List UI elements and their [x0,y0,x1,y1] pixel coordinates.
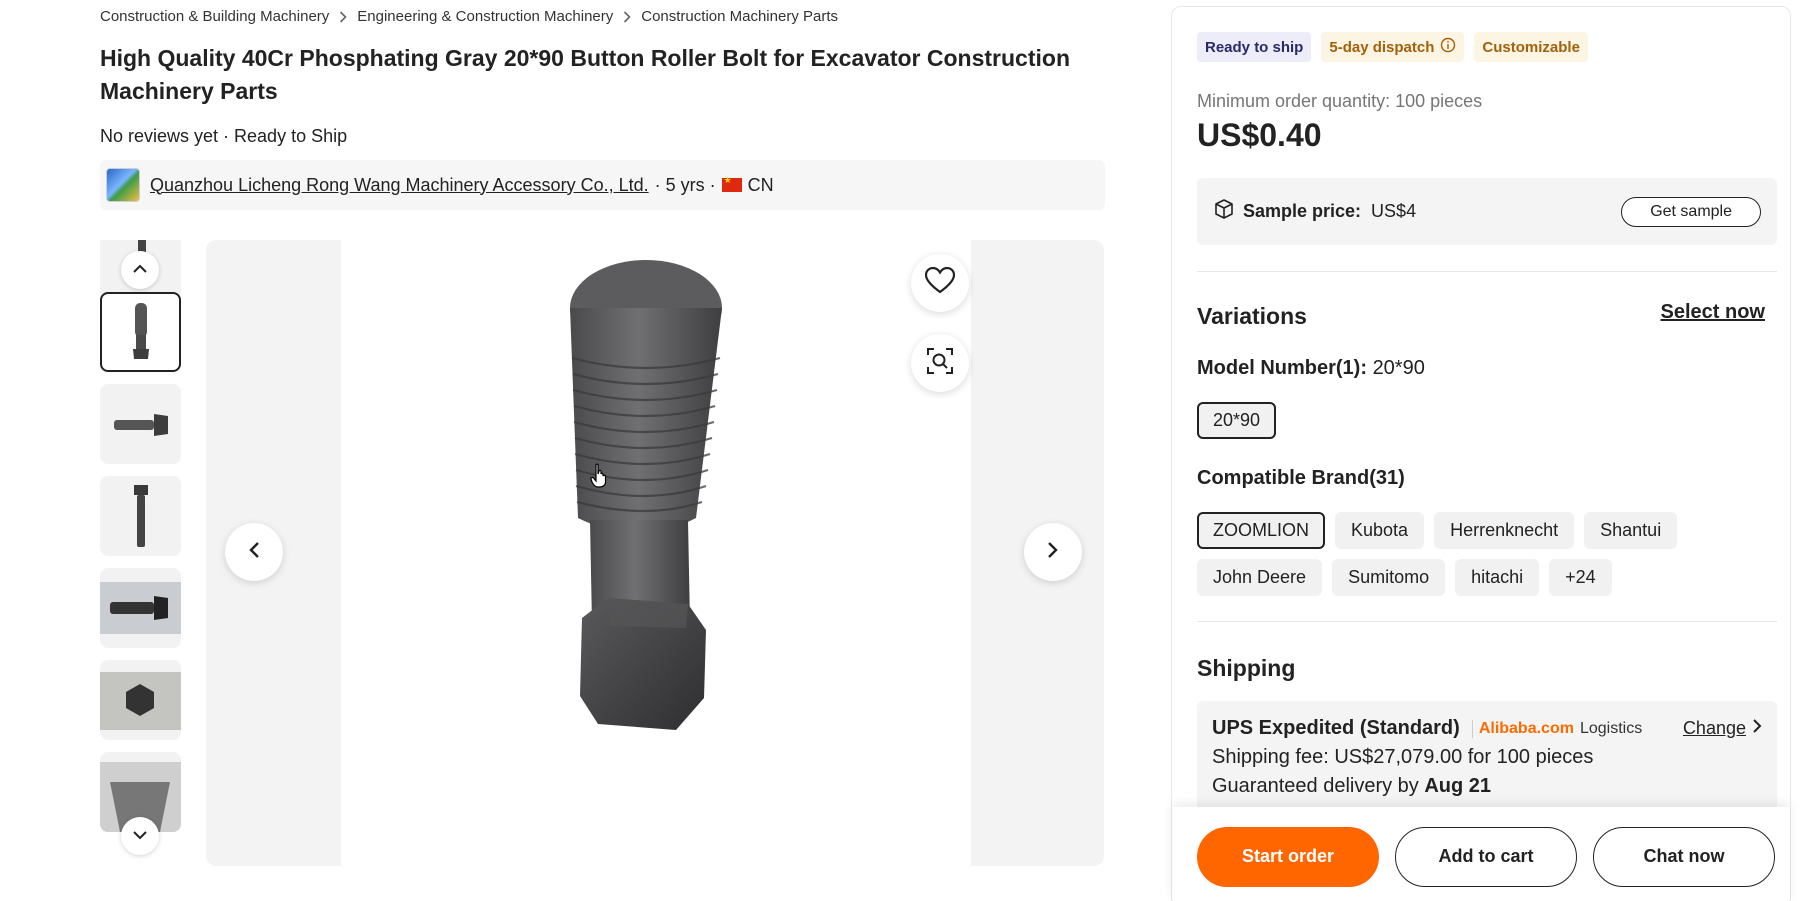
info-icon [1440,37,1456,57]
hand-cursor-icon [590,463,608,494]
brand-chip[interactable]: Kubota [1335,512,1425,549]
product-title: High Quality 40Cr Phosphating Gray 20*90… [100,45,1070,104]
shipping-box: UPS Expedited (Standard) Alibaba.com Log… [1197,701,1777,811]
breadcrumb-item[interactable]: Construction Machinery Parts [641,8,838,25]
supplier-name-link[interactable]: Quanzhou Licheng Rong Wang Machinery Acc… [150,175,649,196]
bolt-image [570,260,722,730]
delivery-guarantee: Guaranteed delivery by Aug 21 [1212,775,1762,798]
box-icon [1213,198,1235,225]
model-number-line: Model Number(1): 20*90 [1197,357,1425,380]
sample-price-value: US$4 [1371,201,1417,221]
supplier-years: · 5 yrs · [654,174,716,195]
change-shipping-button[interactable]: Change [1683,718,1762,739]
thumbnail-scroll-up-button[interactable] [121,251,159,289]
select-now-link[interactable]: Select now [1661,301,1765,324]
change-shipping-label: Change [1682,718,1746,738]
model-number-value: 20*90 [1372,357,1425,379]
min-order-quantity: Minimum order quantity: 100 pieces [1197,91,1483,111]
chevron-down-icon [132,827,148,845]
chevron-right-icon [1047,541,1059,564]
chevron-right-icon [1752,718,1762,739]
thumbnail[interactable] [100,568,181,648]
chevron-left-icon [248,541,260,564]
supplier-logo[interactable] [106,168,140,202]
divider [1197,621,1777,622]
ready-to-ship-badge: Ready to ship [1197,32,1312,62]
shipping-method-row: UPS Expedited (Standard) Alibaba.com Log… [1212,717,1762,740]
thumbnail[interactable] [100,660,181,740]
purchase-panel: Ready to ship 5-day dispatch Customizabl… [1171,6,1791,901]
chevron-right-icon [623,10,631,23]
dispatch-badge[interactable]: 5-day dispatch [1321,32,1465,62]
brand-options: ZOOMLION Kubota Herrenknecht Shantui Joh… [1197,512,1777,596]
action-bar: Start order Add to cart Chat now [1172,807,1790,901]
shipping-title: Shipping [1197,655,1296,681]
sample-price-label: Sample price: [1243,201,1362,221]
camera-search-icon [926,347,954,380]
more-brands-chip[interactable]: +24 [1549,559,1612,596]
thumbnail[interactable] [100,384,181,464]
review-status: No reviews yet · Ready to Ship [100,126,348,146]
shipping-method: UPS Expedited (Standard) [1212,717,1460,739]
chevron-up-icon [132,261,148,279]
thumbnail-active[interactable] [100,292,181,372]
brand-chip[interactable]: Herrenknecht [1434,512,1575,549]
supplier-bar: Quanzhou Licheng Rong Wang Machinery Acc… [100,160,1105,210]
image-search-button[interactable] [911,334,969,392]
compatible-brand-line: Compatible Brand(31) [1197,467,1405,490]
brand-chip[interactable]: ZOOMLION [1197,512,1326,549]
heart-icon [924,266,956,299]
thumbnail-strip [100,240,182,866]
breadcrumb: Construction & Building Machinery Engine… [100,8,838,25]
customizable-badge: Customizable [1474,32,1588,62]
brand-chip[interactable]: hitachi [1455,559,1540,596]
thumbnail-scroll-down-button[interactable] [121,817,159,855]
delivery-prefix: Guaranteed delivery by [1212,775,1419,797]
sample-price-box: Sample price: US$4 Get sample [1197,178,1777,245]
delivery-date: Aug 21 [1424,775,1492,797]
previous-image-button[interactable] [225,523,283,581]
add-to-cart-button[interactable]: Add to cart [1395,826,1577,887]
model-number-label: Model Number(1): [1197,357,1367,379]
shipping-fee: Shipping fee: US$27,079.00 for 100 piece… [1212,746,1594,768]
brand-chip[interactable]: Sumitomo [1332,559,1446,596]
variations-title: Variations [1197,303,1307,329]
breadcrumb-item[interactable]: Construction & Building Machinery [100,8,329,25]
breadcrumb-item[interactable]: Engineering & Construction Machinery [357,8,613,25]
brand-chip[interactable]: John Deere [1197,559,1323,596]
compatible-brand-label: Compatible Brand(31) [1197,467,1405,489]
unit-price: US$0.40 [1197,117,1322,153]
brand-chip[interactable]: Shantui [1584,512,1678,549]
thumbnail[interactable] [100,476,181,556]
badge-row: Ready to ship 5-day dispatch Customizabl… [1197,32,1588,62]
logistics-label: Logistics [1579,719,1643,737]
start-order-button[interactable]: Start order [1197,826,1379,887]
alibaba-logistics-logo: Alibaba.com [1471,719,1574,738]
china-flag-icon [721,175,742,192]
supplier-country: CN [747,174,774,195]
supplier-meta: · 5 yrs · CN [655,175,774,196]
divider [1197,271,1777,272]
model-option-chip[interactable]: 20*90 [1197,402,1277,439]
chat-now-button[interactable]: Chat now [1593,826,1775,887]
get-sample-button[interactable]: Get sample [1621,196,1761,227]
favorite-button[interactable] [911,254,969,312]
next-image-button[interactable] [1024,523,1082,581]
dispatch-badge-label: 5-day dispatch [1329,38,1435,56]
chevron-right-icon [339,10,347,23]
main-product-image[interactable] [206,240,1104,866]
model-options: 20*90 [1197,402,1777,439]
